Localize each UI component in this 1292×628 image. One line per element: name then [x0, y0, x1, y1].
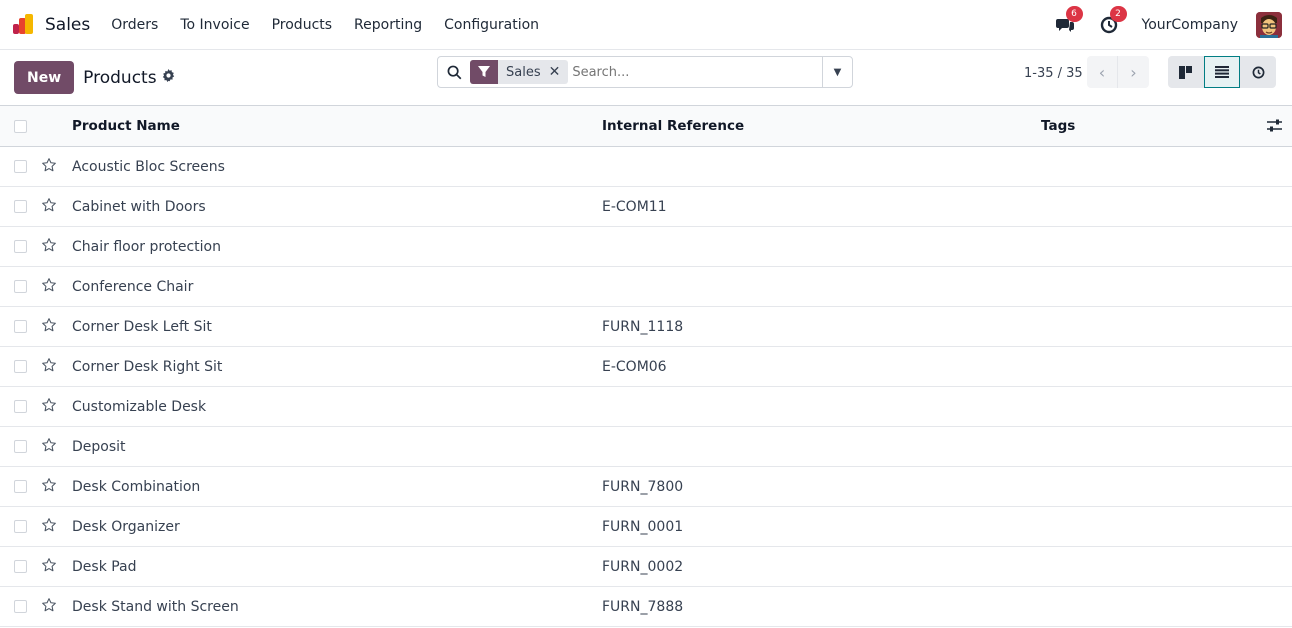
messages-badge: 6 [1065, 5, 1083, 22]
table-row[interactable]: Acoustic Bloc Screens [0, 147, 1292, 187]
row-checkbox[interactable] [14, 400, 27, 413]
product-name-cell: Corner Desk Right Sit [72, 358, 223, 375]
favorite-star-icon[interactable] [41, 197, 57, 217]
row-checkbox[interactable] [14, 600, 27, 613]
product-name-cell: Desk Combination [72, 478, 201, 495]
favorite-star-icon[interactable] [41, 357, 57, 377]
search-facet: Sales ✕ [470, 60, 569, 84]
control-panel: New Products Sales ✕ ▼ 1-35 / 35 ‹ › [0, 50, 1292, 105]
new-button[interactable]: New [14, 61, 75, 94]
pager-next-icon[interactable]: › [1118, 56, 1149, 88]
top-navbar: Sales Orders To Invoice Products Reporti… [0, 0, 1292, 50]
row-checkbox[interactable] [14, 160, 27, 173]
activities-icon[interactable]: 2 [1098, 5, 1127, 36]
sales-app-icon[interactable] [12, 13, 34, 36]
company-switcher[interactable]: YourCompany [1142, 17, 1239, 33]
favorite-star-icon[interactable] [41, 397, 57, 417]
product-name-cell: Corner Desk Left Sit [72, 318, 212, 335]
facet-label: Sales [506, 64, 541, 80]
table-row[interactable]: Desk Pad FURN_0002 [0, 547, 1292, 587]
table-row[interactable]: Corner Desk Right Sit E-COM06 [0, 347, 1292, 387]
table-row[interactable]: Conference Chair [0, 267, 1292, 307]
row-checkbox[interactable] [14, 320, 27, 333]
product-name-cell: Acoustic Bloc Screens [72, 158, 225, 175]
row-checkbox[interactable] [14, 560, 27, 573]
row-checkbox[interactable] [14, 280, 27, 293]
product-name-cell: Customizable Desk [72, 398, 207, 415]
messages-icon[interactable]: 6 [1054, 5, 1083, 36]
product-name-cell: Chair floor protection [72, 238, 221, 255]
favorite-star-icon[interactable] [41, 557, 57, 577]
product-name-cell: Conference Chair [72, 278, 194, 295]
product-name-cell: Desk Pad [72, 558, 137, 575]
search-icon[interactable] [438, 65, 470, 80]
row-checkbox[interactable] [14, 520, 27, 533]
search-input[interactable] [572, 64, 813, 80]
app-name[interactable]: Sales [45, 15, 90, 35]
table-row[interactable]: Cabinet with Doors E-COM11 [0, 187, 1292, 227]
table-row[interactable]: Customizable Desk [0, 387, 1292, 427]
table-row[interactable]: Desk Organizer FURN_0001 [0, 507, 1292, 547]
search-dropdown-toggle[interactable]: ▼ [822, 57, 852, 87]
menu-orders[interactable]: Orders [111, 17, 158, 33]
row-checkbox[interactable] [14, 360, 27, 373]
list-view-icon[interactable] [1204, 56, 1240, 88]
pager-previous-icon[interactable]: ‹ [1087, 56, 1118, 88]
table-row[interactable]: Deposit [0, 427, 1292, 467]
favorite-star-icon[interactable] [41, 237, 57, 257]
gear-icon[interactable] [162, 69, 175, 86]
product-name-cell: Deposit [72, 438, 126, 455]
column-product-name[interactable]: Product Name [72, 118, 180, 134]
favorite-star-icon[interactable] [41, 517, 57, 537]
table-row[interactable]: Desk Combination FURN_7800 [0, 467, 1292, 507]
table-row[interactable]: Chair floor protection [0, 227, 1292, 267]
favorite-star-icon[interactable] [41, 477, 57, 497]
internal-reference-cell: E-COM11 [602, 198, 667, 215]
internal-reference-cell: FURN_7800 [602, 478, 684, 495]
internal-reference-cell: FURN_0002 [602, 558, 684, 575]
activities-badge: 2 [1109, 5, 1127, 22]
row-checkbox[interactable] [14, 480, 27, 493]
product-name-cell: Desk Organizer [72, 518, 180, 535]
menu-products[interactable]: Products [272, 17, 332, 33]
favorite-star-icon[interactable] [41, 317, 57, 337]
favorite-star-icon[interactable] [41, 157, 57, 177]
menu-to-invoice[interactable]: To Invoice [180, 17, 249, 33]
table-header: Product Name Internal Reference Tags [0, 105, 1292, 147]
pager-value[interactable]: 1-35 / 35 [1024, 66, 1083, 81]
row-checkbox[interactable] [14, 200, 27, 213]
favorite-star-icon[interactable] [41, 597, 57, 617]
internal-reference-cell: FURN_7888 [602, 598, 684, 615]
column-tags[interactable]: Tags [1041, 118, 1075, 134]
product-name-cell: Cabinet with Doors [72, 198, 206, 215]
row-checkbox[interactable] [14, 240, 27, 253]
internal-reference-cell: FURN_1118 [602, 318, 684, 335]
remove-facet-icon[interactable]: ✕ [549, 64, 569, 80]
view-switcher [1168, 56, 1276, 88]
kanban-view-icon[interactable] [1168, 56, 1204, 88]
menu-configuration[interactable]: Configuration [444, 17, 539, 33]
favorite-star-icon[interactable] [41, 437, 57, 457]
search-bar: Sales ✕ ▼ [437, 56, 853, 88]
table-row[interactable]: Corner Desk Left Sit FURN_1118 [0, 307, 1292, 347]
favorite-star-icon[interactable] [41, 277, 57, 297]
select-all-checkbox[interactable] [14, 120, 27, 133]
table-body: Acoustic Bloc Screens Cabinet with Doors E… [0, 147, 1292, 627]
menu-reporting[interactable]: Reporting [354, 17, 422, 33]
breadcrumb-products: Products [83, 67, 157, 88]
user-avatar[interactable] [1256, 11, 1282, 38]
activity-view-icon[interactable] [1240, 56, 1276, 88]
column-internal-reference[interactable]: Internal Reference [602, 118, 744, 134]
table-row[interactable]: Desk Stand with Screen FURN_7888 [0, 587, 1292, 627]
filter-icon [470, 60, 498, 84]
internal-reference-cell: E-COM06 [602, 358, 667, 375]
internal-reference-cell: FURN_0001 [602, 518, 684, 535]
product-name-cell: Desk Stand with Screen [72, 598, 239, 615]
row-checkbox[interactable] [14, 440, 27, 453]
optional-columns-icon[interactable] [1267, 119, 1282, 137]
